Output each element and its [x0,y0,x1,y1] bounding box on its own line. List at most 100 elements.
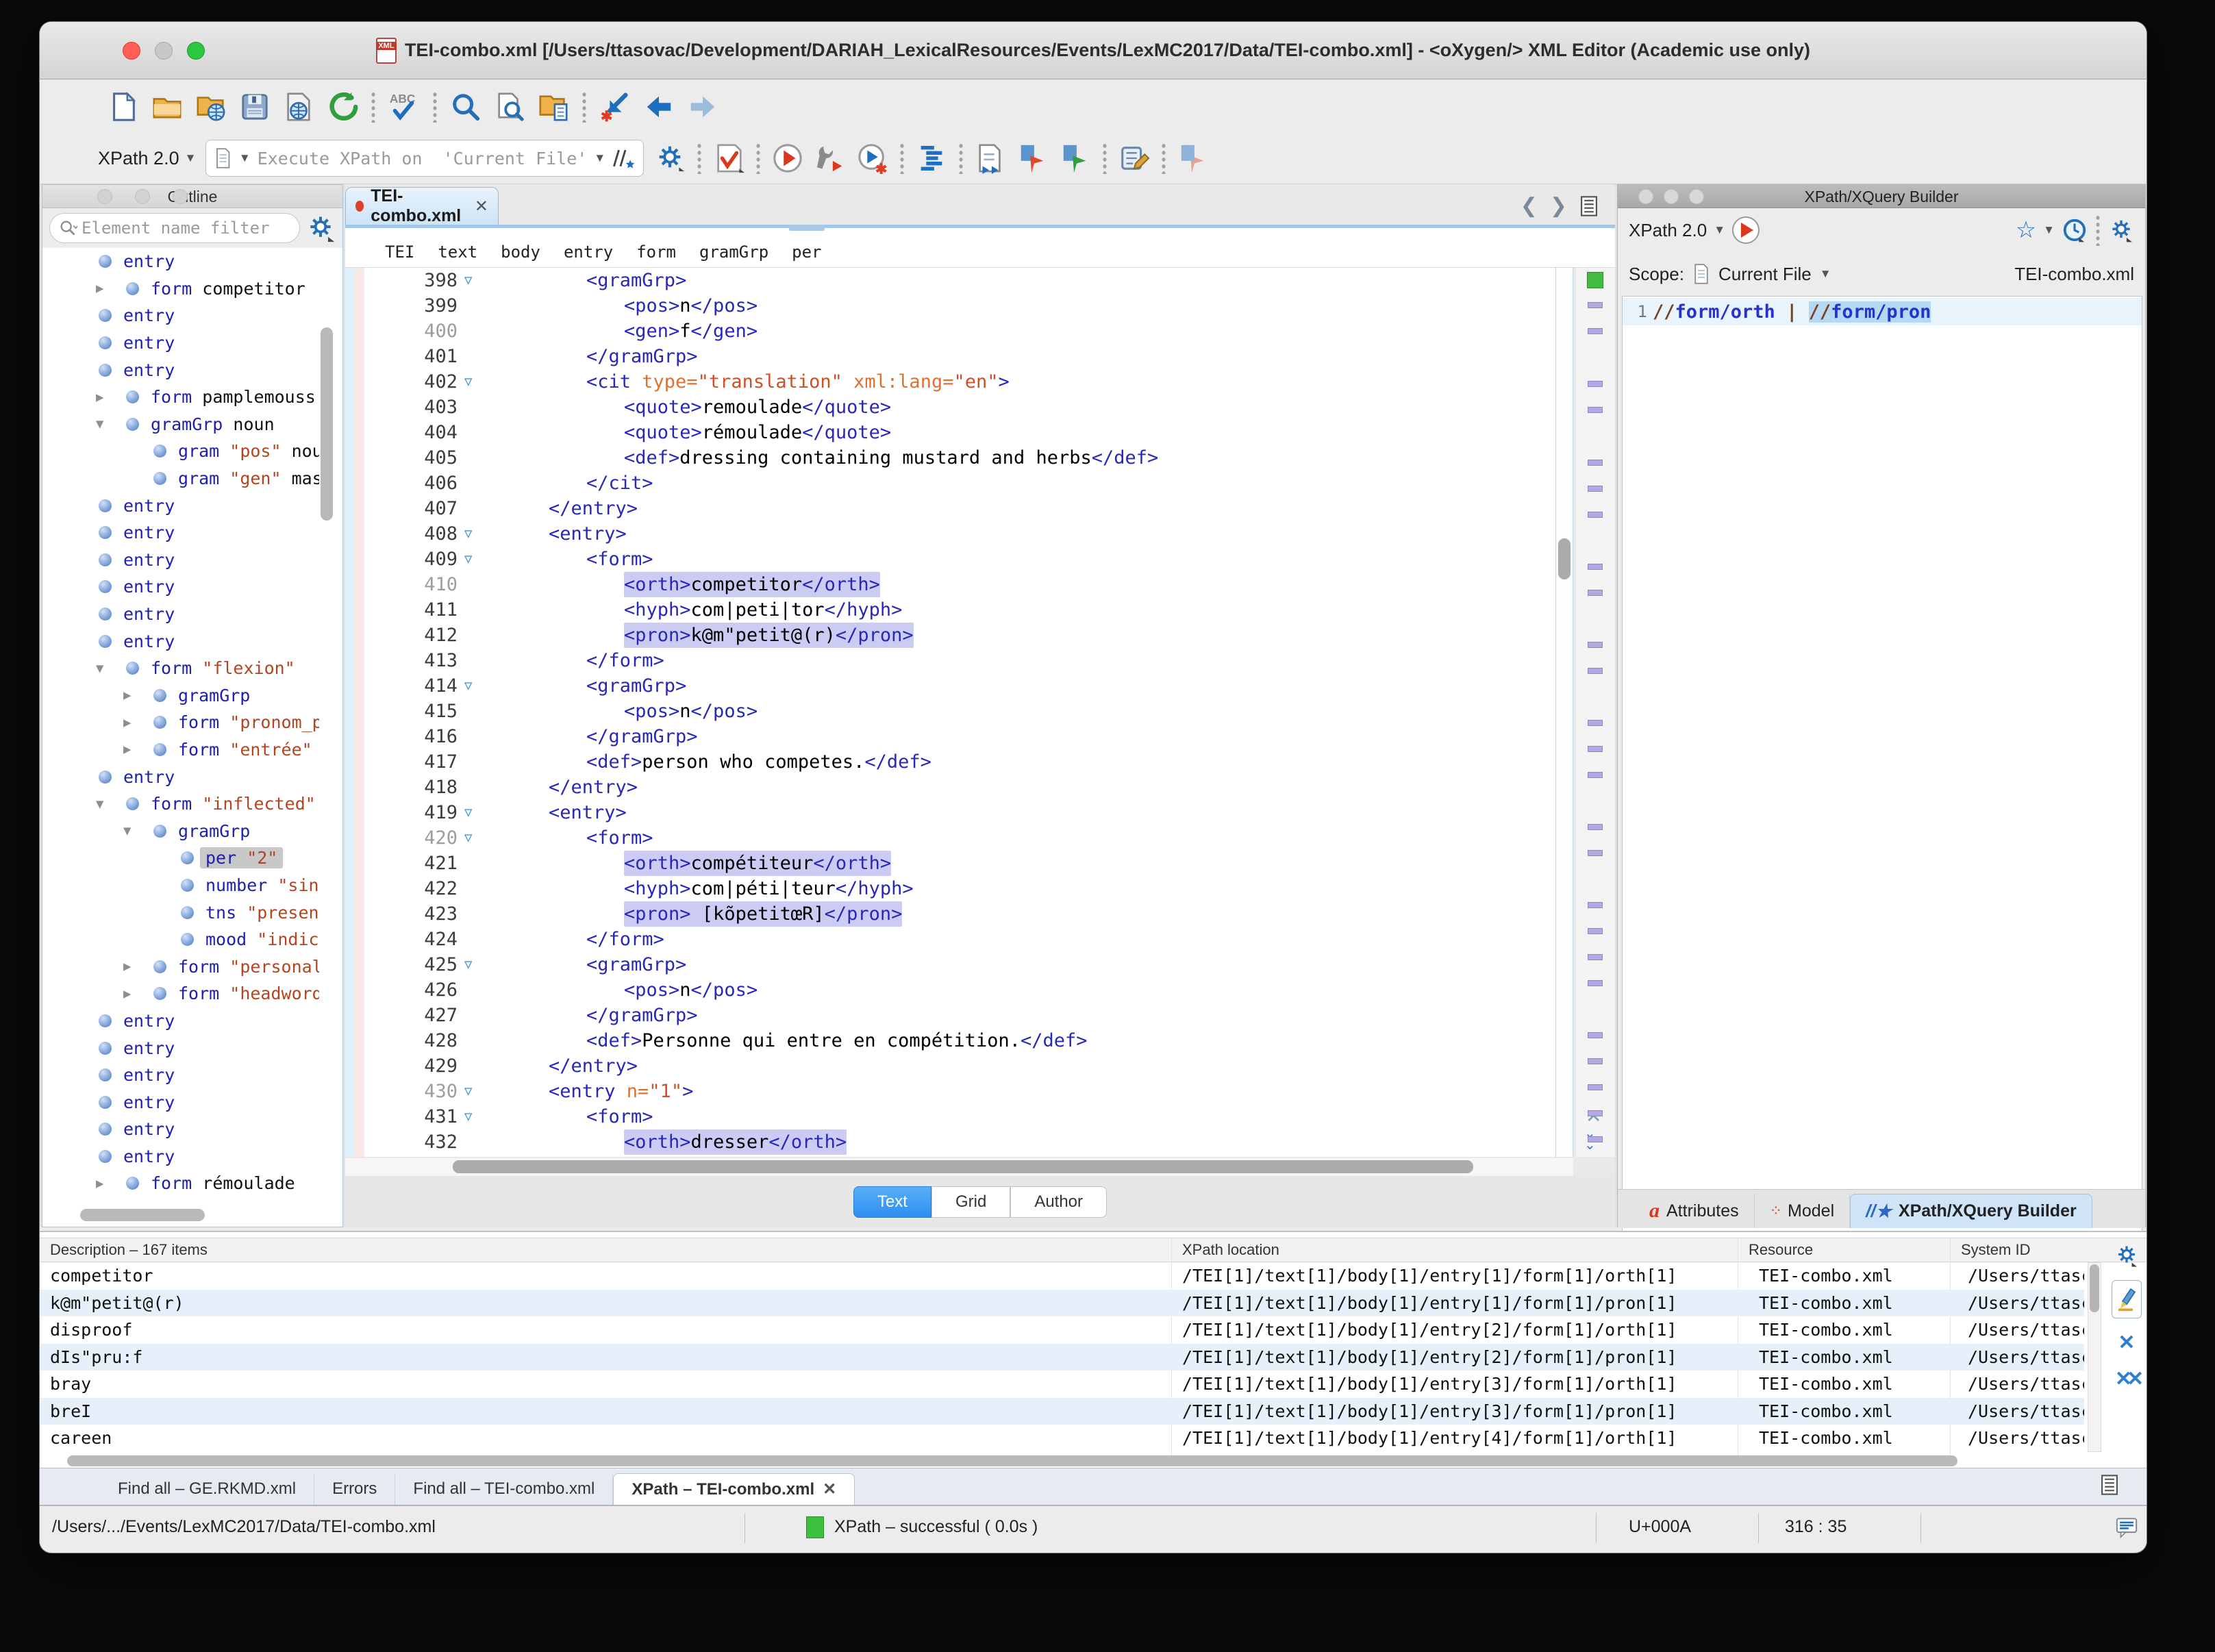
go-to-last-edit-icon[interactable]: ✱ [599,90,631,123]
outline-item[interactable]: entry [42,1116,319,1143]
reload-icon[interactable] [326,90,359,123]
code-line[interactable]: 420 ▽ <form> [345,825,1555,851]
breadcrumb-item-body[interactable]: body [501,242,540,262]
bottom-tab-find-all-tei-combo-xml[interactable]: Find all – TEI-combo.xml [395,1473,614,1505]
search-match-mark[interactable] [1588,668,1603,674]
column-header-xpath-location[interactable]: XPath location [1182,1238,1279,1262]
outline-item[interactable]: gram "gen" mas [42,465,319,492]
editor-vertical-scrollbar[interactable] [1555,268,1573,1157]
associate-schema-icon[interactable] [974,142,1007,175]
scrollbar-thumb[interactable] [1558,538,1570,579]
code-line[interactable]: 427 </gramGrp> [345,1003,1555,1028]
builder-panel-header[interactable]: XPath/XQuery Builder [1618,185,2145,208]
outline-item[interactable]: entry [42,763,319,790]
outline-item[interactable]: entry [42,492,319,519]
code-line[interactable]: 431 ▽ <form> [345,1104,1555,1129]
editor-horizontal-scrollbar[interactable] [345,1158,1573,1176]
code-line[interactable]: 412 <pron>k@m"petit@(r)</pron> [345,623,1555,648]
search-match-mark[interactable] [1588,746,1603,752]
search-match-mark[interactable] [1588,302,1603,308]
outline-panel-header[interactable]: Outline [42,185,342,208]
code-editor[interactable]: 398 ▽ <gramGrp> 399 <pos>n</pos> 400 <gen>f</g… [345,268,1555,1157]
column-header-description[interactable]: Description – 167 items [50,1238,208,1262]
outline-item[interactable]: ▼ gramGrp [42,817,319,844]
outline-item[interactable]: ▼ form "inflected" [42,790,319,818]
scrollbar-thumb[interactable] [2090,1264,2099,1312]
breadcrumb-item-TEI[interactable]: TEI [385,242,414,262]
column-header-system-id[interactable]: System ID [1961,1238,2030,1262]
code-line[interactable]: 419 ▽ <entry> [345,800,1555,825]
view-tab-text[interactable]: Text [853,1186,931,1218]
fold-toggle-icon[interactable]: ▽ [464,521,472,547]
builder-tab-xpath-xquery-builder[interactable]: //★ XPath/XQuery Builder [1850,1194,2092,1228]
code-line[interactable]: 433 </f [345,1155,1555,1157]
outline-item[interactable]: ▼ gramGrp noun [42,411,319,438]
configure-transformation-icon[interactable] [814,142,847,175]
forward-icon[interactable] [686,90,719,123]
results-settings-gear-icon[interactable] [2114,1243,2139,1268]
remove-result-icon[interactable]: ✕ [2118,1331,2135,1355]
save-icon[interactable] [238,90,271,123]
results-vertical-scrollbar[interactable] [2088,1262,2101,1452]
search-match-mark[interactable] [1588,512,1603,518]
fold-toggle-icon[interactable]: ▽ [464,369,472,395]
outline-item[interactable]: entry [42,601,319,628]
code-line[interactable]: 400 <gen>f</gen> [345,318,1555,344]
outline-item[interactable]: entry [42,627,319,655]
code-line[interactable]: 399 <pos>n</pos> [345,293,1555,318]
result-row[interactable]: bray/TEI[1]/text[1]/body[1]/entry[3]/for… [40,1371,2084,1398]
search-match-mark[interactable] [1588,850,1603,856]
code-line[interactable]: 411 <hyph>com|peti|tor</hyph> [345,597,1555,623]
bottom-tab-errors[interactable]: Errors [314,1473,396,1505]
code-line[interactable]: 430 ▽ <entry n="1"> [345,1079,1555,1104]
fold-toggle-icon[interactable]: ▽ [464,952,472,977]
save-url-icon[interactable] [282,90,315,123]
code-line[interactable]: 418 </entry> [345,775,1555,800]
tab-close-icon[interactable]: ✕ [823,1479,836,1499]
code-line[interactable]: 423 <pron> [kõpetitœR]</pron> [345,901,1555,927]
search-match-mark[interactable] [1588,564,1603,570]
code-line[interactable]: 410 <orth>competitor</orth> [345,572,1555,597]
code-line[interactable]: 403 <quote>remoulade</quote> [345,395,1555,420]
search-match-mark[interactable] [1588,460,1603,466]
results-table[interactable]: competitor/TEI[1]/text[1]/body[1]/entry[… [40,1262,2084,1452]
search-match-mark[interactable] [1588,590,1603,596]
outline-item[interactable]: entry [42,573,319,601]
search-match-mark[interactable] [1588,1110,1603,1116]
result-row[interactable]: disproof/TEI[1]/text[1]/body[1]/entry[2]… [40,1316,2084,1344]
validate-icon[interactable] [712,142,745,175]
xpath-settings-gear-icon[interactable] [653,142,686,175]
builder-tab-attributes[interactable]: a Attributes [1634,1194,1755,1228]
outline-item[interactable]: ▶ form competitor [42,275,319,303]
code-line[interactable]: 402 ▽ <cit type="translation" xml:lang="en… [345,369,1555,395]
outline-item[interactable]: ▶ form "entrée" [42,736,319,764]
code-line[interactable]: 401 </gramGrp> [345,344,1555,369]
element-name-filter-input[interactable]: Element name filter [49,213,300,243]
collapsed-arrow-icon[interactable]: ▶ [96,1176,110,1191]
outline-settings-gear-icon[interactable] [305,213,336,243]
breadcrumb-item-entry[interactable]: entry [564,242,613,262]
outline-item[interactable]: entry [42,519,319,547]
code-line[interactable]: 405 <def>dressing containing mustard and … [345,445,1555,471]
result-row[interactable]: careen/TEI[1]/text[1]/body[1]/entry[4]/f… [40,1425,2084,1452]
code-line[interactable]: 407 </entry> [345,496,1555,521]
next-tab-icon[interactable]: ❯ [1550,194,1567,218]
outline-item[interactable]: entry [42,1088,319,1116]
fold-toggle-icon[interactable]: ▽ [464,1079,472,1104]
edit-modules-icon[interactable] [1118,142,1151,175]
bottom-tab-xpath-tei-combo-xml[interactable]: XPath – TEI-combo.xml ✕ [613,1473,855,1505]
code-line[interactable]: 398 ▽ <gramGrp> [345,268,1555,293]
expanded-arrow-icon[interactable]: ▼ [96,661,110,676]
debug-transformation-icon[interactable]: ✱ [856,142,889,175]
minimize-window-button[interactable] [155,42,173,60]
code-line[interactable]: 424 </form> [345,927,1555,952]
search-match-mark[interactable] [1588,486,1603,492]
collapsed-arrow-icon[interactable]: ▶ [123,715,137,730]
outline-item[interactable]: entry [42,1143,319,1171]
highlight-results-button[interactable] [2112,1280,2142,1318]
history-clock-icon[interactable] [2062,217,2088,243]
search-match-mark[interactable] [1588,980,1603,986]
bottom-tab-list-icon[interactable] [2100,1475,2119,1499]
open-url-icon[interactable] [195,90,227,123]
search-match-mark[interactable] [1588,824,1603,830]
